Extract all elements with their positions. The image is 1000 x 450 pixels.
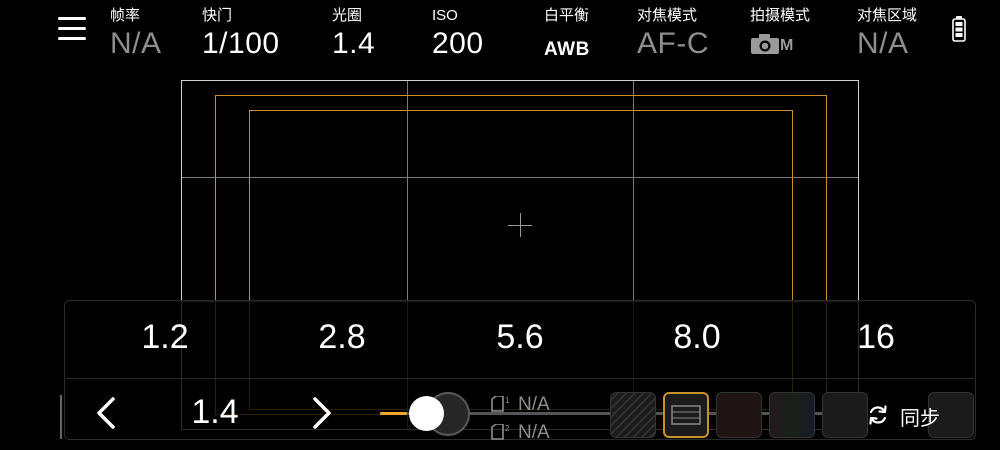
aperture-scale-value[interactable]: 16 (826, 318, 926, 357)
sync-icon (869, 405, 887, 425)
param-value: 1/100 (202, 27, 280, 60)
top-status-bar: 帧率 N/A 快门 1/100 光圈 1.4 ISO 200 白平衡 AWB 对… (0, 0, 1000, 70)
overlay-hatch-tile[interactable] (610, 392, 656, 438)
param-value: 200 (432, 27, 484, 60)
param-label: 对焦模式 (637, 7, 698, 24)
param-label: 拍摄模式 (750, 7, 811, 24)
shooting-mode-value: M (780, 37, 794, 54)
battery-icon (952, 16, 966, 42)
sd-card-icon: 2 (491, 424, 510, 440)
overlay-red-tile[interactable] (716, 392, 762, 438)
param-value: N/A (857, 27, 909, 60)
card-slot-value: N/A (518, 422, 550, 443)
aperture-scale-value[interactable]: 1.2 (115, 318, 215, 357)
aperture-scale-value[interactable]: 8.0 (647, 318, 747, 357)
param-white-balance[interactable]: 白平衡 AWB (544, 7, 590, 67)
menu-icon[interactable] (58, 17, 86, 41)
param-label: 对焦区域 (857, 7, 918, 24)
aperture-scale-value[interactable]: 5.6 (470, 318, 570, 357)
param-shutter[interactable]: 快门 1/100 (202, 7, 280, 61)
sync-label: 同步 (900, 408, 940, 430)
param-label: 帧率 (110, 7, 141, 24)
param-shooting-mode[interactable]: 拍摄模式 M (750, 7, 810, 57)
param-aperture[interactable]: 光圈 1.4 (332, 7, 375, 61)
param-iso[interactable]: ISO 200 (432, 7, 484, 61)
param-frame-rate[interactable]: 帧率 N/A (110, 7, 162, 61)
overlay-grid-tile[interactable] (663, 392, 709, 438)
aperture-scale-value[interactable]: 2.8 (292, 318, 392, 357)
panel-divider (66, 378, 974, 379)
overlay-color-tile[interactable] (769, 392, 815, 438)
grid-overlay-icon (671, 405, 701, 425)
param-focus-area[interactable]: 对焦区域 N/A (857, 7, 917, 61)
aperture-slider-handle[interactable] (409, 396, 444, 431)
slot-number: 1 (505, 396, 510, 405)
param-value: AF-C (637, 27, 709, 60)
param-label: 白平衡 (544, 7, 590, 24)
chevron-right-icon[interactable] (306, 395, 336, 431)
card-slot-value: N/A (518, 394, 550, 415)
camera-icon (751, 34, 779, 54)
sd-card-icon: 1 (491, 396, 510, 412)
param-label: ISO (432, 7, 458, 24)
current-aperture-value: 1.4 (191, 393, 239, 431)
overlay-histogram-tile[interactable] (822, 392, 868, 438)
aperture-slider-fill (380, 412, 407, 415)
chevron-left-icon[interactable] (92, 395, 122, 431)
param-label: 快门 (202, 7, 233, 24)
param-label: 光圈 (332, 7, 363, 24)
slot-number: 2 (505, 424, 510, 433)
panel-edge-mark (60, 395, 62, 439)
param-focus-mode[interactable]: 对焦模式 AF-C (637, 7, 709, 61)
param-value: 1.4 (332, 27, 376, 60)
param-value: AWB (544, 39, 590, 60)
param-value: N/A (110, 27, 162, 60)
